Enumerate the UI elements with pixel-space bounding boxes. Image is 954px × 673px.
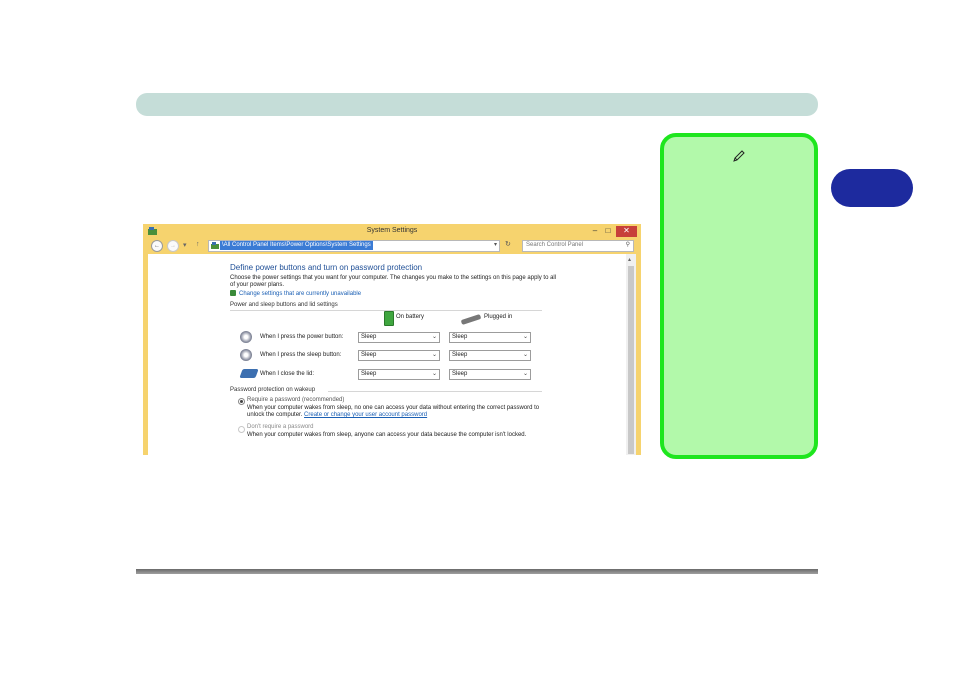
page-description: Choose the power settings that you want … <box>230 275 557 288</box>
require-password-radio[interactable] <box>238 398 245 405</box>
search-icon[interactable]: ⚲ <box>626 241 630 248</box>
pencil-icon <box>733 150 745 162</box>
select-value: Sleep <box>452 352 468 358</box>
forward-button[interactable]: → <box>167 240 179 252</box>
require-password-title[interactable]: Require a password (recommended) <box>247 397 344 403</box>
search-box[interactable]: Search Control Panel ⚲ <box>522 240 634 252</box>
close-lid-plugged-select[interactable]: Sleep ⌄ <box>449 369 531 380</box>
scroll-thumb[interactable] <box>628 266 634 454</box>
close-lid-battery-select[interactable]: Sleep ⌄ <box>358 369 440 380</box>
chevron-down-icon: ⌄ <box>522 371 528 377</box>
maximize-button[interactable]: □ <box>602 226 614 237</box>
up-arrow-icon[interactable]: ↑ <box>196 241 200 248</box>
select-value: Sleep <box>361 334 377 340</box>
dont-require-password-desc: When your computer wakes from sleep, any… <box>247 432 527 438</box>
title-bar: System Settings – □ ✕ <box>143 224 641 238</box>
plug-icon <box>460 314 482 325</box>
power-button-battery-select[interactable]: Sleep ⌄ <box>358 332 440 343</box>
select-value: Sleep <box>361 371 377 377</box>
content-pane: Define power buttons and turn on passwor… <box>148 254 632 455</box>
require-password-desc: When your computer wakes from sleep, no … <box>247 405 547 419</box>
change-settings-link[interactable]: Change settings that are currently unava… <box>230 290 361 297</box>
recent-locations-dropdown-icon[interactable]: ▾ <box>183 241 187 249</box>
control-panel-icon <box>211 242 219 249</box>
chevron-down-icon: ⌄ <box>431 371 437 377</box>
sleep-button-battery-select[interactable]: Sleep ⌄ <box>358 350 440 361</box>
dont-require-password-radio[interactable] <box>238 426 245 433</box>
sleep-button-label: When I press the sleep button: <box>260 352 342 358</box>
laptop-lid-icon <box>239 369 259 378</box>
battery-icon <box>384 311 394 326</box>
chevron-down-icon[interactable]: ▾ <box>494 241 497 248</box>
column-on-battery: On battery <box>396 314 425 320</box>
note-box <box>660 133 818 459</box>
refresh-icon[interactable]: ↻ <box>505 240 511 248</box>
select-value: Sleep <box>361 352 377 358</box>
address-toolbar: ← → ▾ ↑ \All Control Panel Items\Power O… <box>145 238 639 253</box>
address-bar[interactable]: \All Control Panel Items\Power Options\S… <box>208 240 500 252</box>
power-button-icon <box>240 331 252 343</box>
section-divider <box>328 391 542 392</box>
close-button[interactable]: ✕ <box>616 226 637 237</box>
power-button-plugged-select[interactable]: Sleep ⌄ <box>449 332 531 343</box>
minimize-button[interactable]: – <box>589 226 601 237</box>
footer-rule <box>136 569 818 574</box>
page-heading: Define power buttons and turn on passwor… <box>230 263 423 272</box>
shield-icon <box>230 290 236 296</box>
column-plugged-in: Plugged in <box>484 314 513 320</box>
chevron-down-icon: ⌄ <box>522 352 528 358</box>
sleep-button-plugged-select[interactable]: Sleep ⌄ <box>449 350 531 361</box>
vertical-scrollbar[interactable]: ▴ <box>626 254 636 455</box>
scroll-up-icon[interactable]: ▴ <box>628 256 631 263</box>
chevron-down-icon: ⌄ <box>522 334 528 340</box>
chevron-down-icon: ⌄ <box>431 334 437 340</box>
section-password-title: Password protection on wakeup <box>230 387 316 393</box>
close-lid-label: When I close the lid: <box>260 371 315 377</box>
select-value: Sleep <box>452 334 468 340</box>
sleep-button-icon <box>240 349 252 361</box>
power-button-label: When I press the power button: <box>260 334 344 340</box>
change-settings-link-label[interactable]: Change settings that are currently unava… <box>239 291 361 297</box>
address-path[interactable]: \All Control Panel Items\Power Options\S… <box>220 241 373 250</box>
window-title: System Settings <box>366 227 418 234</box>
create-password-link[interactable]: Create or change your user account passw… <box>304 412 427 418</box>
dont-require-password-title[interactable]: Don't require a password <box>247 424 314 430</box>
select-value: Sleep <box>452 371 468 377</box>
chevron-down-icon: ⌄ <box>431 352 437 358</box>
header-bar <box>136 93 818 116</box>
search-placeholder: Search Control Panel <box>526 242 584 248</box>
system-settings-window: System Settings – □ ✕ ← → ▾ ↑ \All Contr… <box>143 224 641 455</box>
back-button[interactable]: ← <box>151 240 163 252</box>
chapter-tab <box>831 169 913 207</box>
section-buttons-title: Power and sleep buttons and lid settings <box>230 302 338 308</box>
